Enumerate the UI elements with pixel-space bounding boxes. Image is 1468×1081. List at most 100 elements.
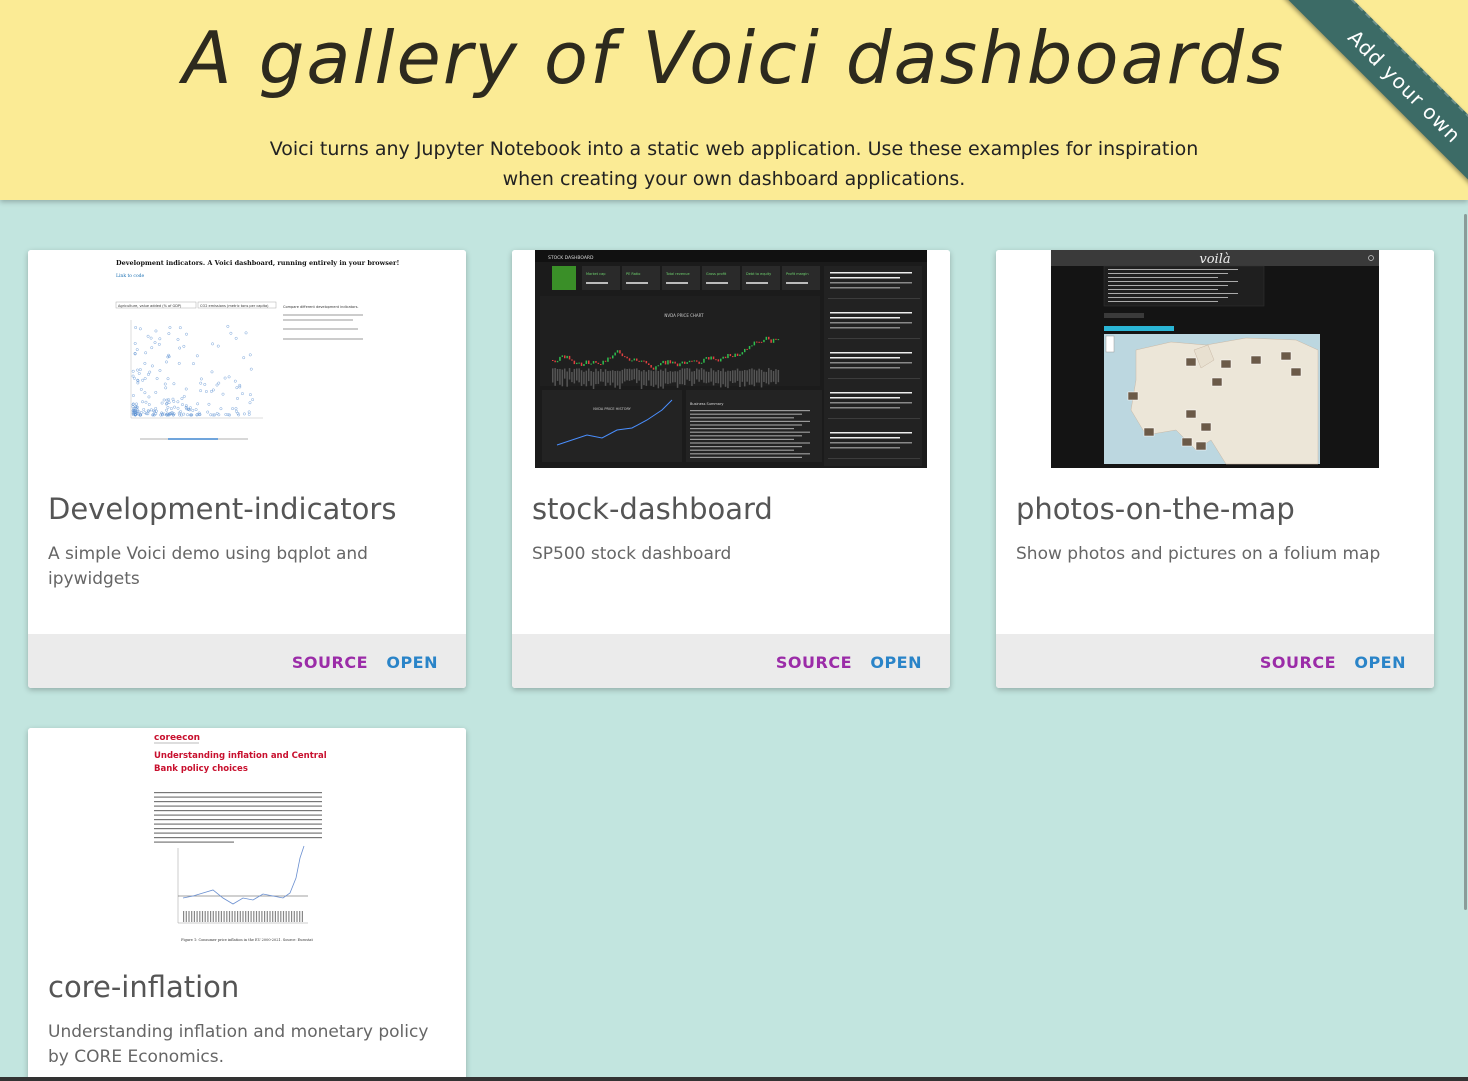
inflation-bar (199, 911, 201, 922)
volume-bar (686, 368, 688, 380)
inflation-bar (204, 911, 206, 922)
inflation-bar (253, 911, 255, 922)
volume-bar (592, 371, 595, 390)
scatter-point (155, 377, 159, 380)
candle (590, 363, 592, 365)
candle (588, 360, 590, 365)
volume-bar (655, 369, 657, 385)
scatter-point (217, 381, 221, 385)
candle (669, 360, 672, 364)
candle (760, 341, 763, 343)
volume-bar (722, 368, 724, 385)
volume-bar (712, 370, 715, 386)
scatter-point (184, 404, 188, 408)
metric-label: Profit margin (786, 272, 809, 276)
metric-cell (742, 266, 780, 290)
volume-bar (566, 371, 568, 387)
inflation-bar (183, 911, 185, 922)
inflation-bar (255, 911, 258, 922)
inflation-bar (223, 911, 225, 922)
candle (595, 361, 597, 363)
scatter-point (178, 326, 182, 330)
volume-bar (676, 371, 679, 388)
paragraph-lines (154, 792, 322, 843)
inflation-bar (188, 911, 190, 922)
candle (600, 364, 602, 366)
scatter-point (251, 398, 254, 402)
volume-bar (626, 368, 628, 381)
scatter-point (196, 402, 200, 406)
thumb-side-title: Compare different development indicators… (283, 305, 359, 309)
volume-bar (698, 369, 700, 382)
source-button[interactable]: SOURCE (1260, 634, 1336, 688)
scatter-point (213, 413, 216, 417)
scatter-point (160, 401, 164, 405)
inflation-bar (280, 911, 282, 922)
scatter-point (143, 391, 147, 395)
candle (768, 336, 770, 340)
volume-bar (660, 369, 662, 387)
open-button[interactable]: OPEN (386, 634, 438, 688)
candle (734, 353, 736, 357)
metric-label: Market cap (586, 272, 606, 276)
inflation-bar (301, 911, 303, 922)
scatter-point (195, 354, 199, 358)
scatter-point (166, 377, 170, 381)
metric-cell (662, 266, 700, 290)
candle (640, 360, 643, 362)
candle (592, 361, 595, 364)
inflation-bar (191, 911, 193, 922)
scatter-point (233, 379, 237, 383)
metric-label: Gross profit (706, 272, 727, 276)
card-actions: SOURCE OPEN (996, 634, 1434, 688)
volume-bar (585, 370, 588, 387)
volume-bar (578, 368, 580, 383)
scatter-point (143, 377, 147, 380)
scatter-point (226, 324, 230, 328)
candle (717, 359, 720, 362)
candle (602, 360, 604, 365)
page-title: A gallery of Voici dashboards (182, 16, 1286, 100)
card-thumbnail[interactable]: STOCK DASHBOARD Market cap PE Ratio Total … (512, 250, 950, 468)
candle (674, 361, 676, 364)
scatter-point (223, 376, 227, 380)
inflation-bar (237, 911, 239, 922)
scatter-point (207, 402, 211, 406)
volume-bar (765, 371, 768, 384)
scatter-point (215, 383, 219, 387)
page-header: A gallery of Voici dashboards Voici turn… (0, 0, 1468, 200)
scatter-point (167, 332, 171, 336)
volume-bar (619, 371, 621, 390)
scatter-point (215, 412, 219, 415)
volume-bar (672, 371, 674, 383)
photos-map-preview: voilà (1051, 250, 1379, 468)
volume-bar (633, 368, 636, 380)
candle (660, 363, 662, 366)
open-button[interactable]: OPEN (870, 634, 922, 688)
candle (607, 357, 609, 362)
page-scrollbar[interactable] (1464, 214, 1467, 910)
source-button[interactable]: SOURCE (776, 634, 852, 688)
volume-bar (561, 369, 564, 387)
scatter-point (167, 401, 171, 404)
card-actions: SOURCE OPEN (512, 634, 950, 688)
inflation-bar (264, 911, 266, 922)
source-button[interactable]: SOURCE (292, 634, 368, 688)
volume-bar (590, 371, 592, 386)
volume-bar (684, 368, 686, 386)
scatter-point (217, 413, 221, 417)
inflation-bar (266, 911, 268, 922)
volume-bar (741, 370, 744, 382)
card-thumbnail[interactable]: Development indicators. A Voici dashboar… (28, 250, 466, 468)
card-thumbnail[interactable]: coreecon Understanding inflation and Cen… (28, 728, 466, 946)
candle (703, 358, 705, 363)
volume-bar (664, 368, 667, 384)
scatter-point (151, 364, 154, 368)
inflation-bar (250, 911, 252, 922)
volume-bar (756, 370, 758, 383)
card-thumbnail[interactable]: voilà (996, 250, 1434, 468)
inflation-bar (196, 911, 198, 922)
candle (681, 361, 684, 364)
open-button[interactable]: OPEN (1354, 634, 1406, 688)
volume-bar (674, 371, 676, 383)
